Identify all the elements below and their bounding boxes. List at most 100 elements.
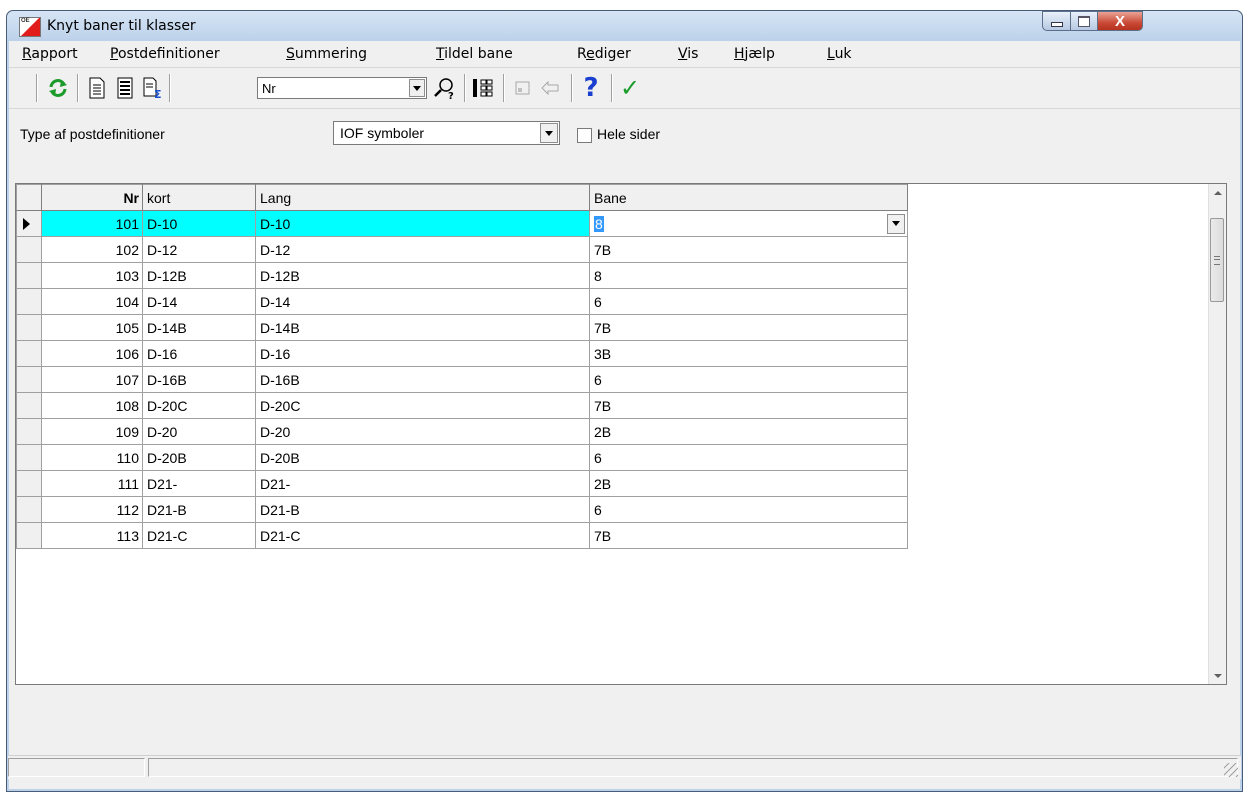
header-lang[interactable]: Lang (255, 184, 590, 211)
table-row[interactable]: 103 D-12B D-12B 8 (16, 262, 908, 289)
row-indicator[interactable] (16, 236, 42, 263)
sort-field-dropdown[interactable] (409, 79, 425, 97)
cell-lang[interactable]: D21-B (255, 496, 590, 523)
title-bar[interactable]: OE Knyt baner til klasser X (7, 11, 1242, 41)
header-bane[interactable]: Bane (589, 184, 908, 211)
row-indicator[interactable] (16, 314, 42, 341)
row-indicator[interactable] (16, 340, 42, 367)
table-row[interactable]: 112 D21-B D21-B 6 (16, 496, 908, 523)
cell-lang[interactable]: D-14B (255, 314, 590, 341)
cell-lang[interactable]: D-12B (255, 262, 590, 289)
cell-kort[interactable]: D-20B (142, 444, 256, 471)
cell-bane[interactable]: 6 (589, 444, 908, 471)
cell-kort[interactable]: D21-B (142, 496, 256, 523)
search-button[interactable]: ? (433, 76, 457, 100)
row-indicator[interactable] (16, 392, 42, 419)
cell-bane[interactable]: 3B (589, 340, 908, 367)
row-indicator[interactable] (16, 444, 42, 471)
cell-nr[interactable]: 106 (41, 340, 143, 367)
row-indicator[interactable] (16, 262, 42, 289)
page-button[interactable] (85, 76, 109, 100)
menu-hjaelp[interactable]: Hjælp (734, 46, 775, 62)
cell-kort[interactable]: D-14 (142, 288, 256, 315)
cell-kort[interactable]: D-14B (142, 314, 256, 341)
table-row[interactable]: 107 D-16B D-16B 6 (16, 366, 908, 393)
cell-nr[interactable]: 111 (41, 470, 143, 497)
cell-bane[interactable]: 2B (589, 470, 908, 497)
cell-kort[interactable]: D-10 (142, 210, 256, 237)
row-indicator[interactable] (16, 522, 42, 549)
cell-kort[interactable]: D-16B (142, 366, 256, 393)
cell-lang[interactable]: D-16 (255, 340, 590, 367)
sort-field-select[interactable]: Nr (257, 77, 427, 99)
help-button[interactable]: ? (579, 75, 603, 101)
cell-bane[interactable]: 7B (589, 392, 908, 419)
cell-bane[interactable]: 8 (589, 210, 908, 237)
table-row[interactable]: 105 D-14B D-14B 7B (16, 314, 908, 341)
whole-pages-checkbox[interactable] (577, 128, 592, 143)
scroll-down-button[interactable] (1209, 667, 1226, 684)
cell-nr[interactable]: 103 (41, 262, 143, 289)
vertical-scrollbar[interactable] (1208, 184, 1226, 684)
cell-bane[interactable]: 7B (589, 236, 908, 263)
row-indicator[interactable] (16, 366, 42, 393)
menu-postdefinitioner[interactable]: Postdefinitioner (110, 46, 220, 62)
header-nr[interactable]: Nr (41, 184, 143, 211)
cell-lang[interactable]: D-16B (255, 366, 590, 393)
row-indicator[interactable] (16, 470, 42, 497)
cell-kort[interactable]: D-12B (142, 262, 256, 289)
table-row[interactable]: 109 D-20 D-20 2B (16, 418, 908, 445)
cell-nr[interactable]: 107 (41, 366, 143, 393)
tree-button[interactable] (471, 76, 495, 100)
table-row[interactable]: 110 D-20B D-20B 6 (16, 444, 908, 471)
cell-nr[interactable]: 104 (41, 288, 143, 315)
disabled-back-button[interactable] (539, 76, 563, 100)
menu-rediger[interactable]: Rediger (577, 46, 631, 62)
cell-lang[interactable]: D-12 (255, 236, 590, 263)
summary-button[interactable]: Σ (141, 76, 165, 100)
table-row[interactable]: 111 D21- D21- 2B (16, 470, 908, 497)
cell-bane[interactable]: 2B (589, 418, 908, 445)
table-row[interactable]: 106 D-16 D-16 3B (16, 340, 908, 367)
table-row[interactable]: 104 D-14 D-14 6 (16, 288, 908, 315)
header-kort[interactable]: kort (142, 184, 256, 211)
table-row[interactable]: 101 D-10 D-10 8 (16, 210, 908, 237)
cell-kort[interactable]: D-20C (142, 392, 256, 419)
cell-nr[interactable]: 110 (41, 444, 143, 471)
type-select[interactable]: IOF symboler (333, 121, 560, 145)
maximize-button[interactable] (1070, 11, 1098, 31)
cell-nr[interactable]: 113 (41, 522, 143, 549)
cell-nr[interactable]: 109 (41, 418, 143, 445)
bane-editor[interactable]: 8 (594, 212, 907, 236)
cell-kort[interactable]: D-20 (142, 418, 256, 445)
cell-bane[interactable]: 6 (589, 366, 908, 393)
close-button[interactable]: X (1097, 11, 1143, 31)
cell-bane[interactable]: 6 (589, 288, 908, 315)
menu-rapport[interactable]: Rapport (22, 46, 78, 62)
refresh-button[interactable] (46, 76, 70, 100)
scroll-thumb[interactable] (1210, 218, 1224, 302)
scroll-up-button[interactable] (1209, 184, 1226, 201)
ok-button[interactable]: ✓ (618, 76, 642, 100)
table-row[interactable]: 113 D21-C D21-C 7B (16, 522, 908, 549)
cell-bane[interactable]: 7B (589, 314, 908, 341)
menu-vis[interactable]: Vis (678, 46, 698, 62)
row-indicator[interactable] (16, 496, 42, 523)
cell-nr[interactable]: 102 (41, 236, 143, 263)
cell-bane[interactable]: 8 (589, 262, 908, 289)
list-button[interactable] (113, 76, 137, 100)
menu-summering[interactable]: Summering (286, 46, 367, 62)
cell-kort[interactable]: D21-C (142, 522, 256, 549)
cell-nr[interactable]: 112 (41, 496, 143, 523)
row-indicator[interactable] (16, 210, 42, 237)
bane-editor-value[interactable]: 8 (594, 215, 604, 232)
row-indicator[interactable] (16, 418, 42, 445)
cell-nr[interactable]: 101 (41, 210, 143, 237)
cell-lang[interactable]: D-20B (255, 444, 590, 471)
whole-pages-label[interactable]: Hele sider (597, 126, 660, 142)
cell-kort[interactable]: D-16 (142, 340, 256, 367)
menu-tildel-bane[interactable]: Tildel bane (436, 46, 513, 62)
cell-lang[interactable]: D21-C (255, 522, 590, 549)
resize-grip-icon[interactable] (1224, 763, 1238, 777)
cell-lang[interactable]: D-20 (255, 418, 590, 445)
